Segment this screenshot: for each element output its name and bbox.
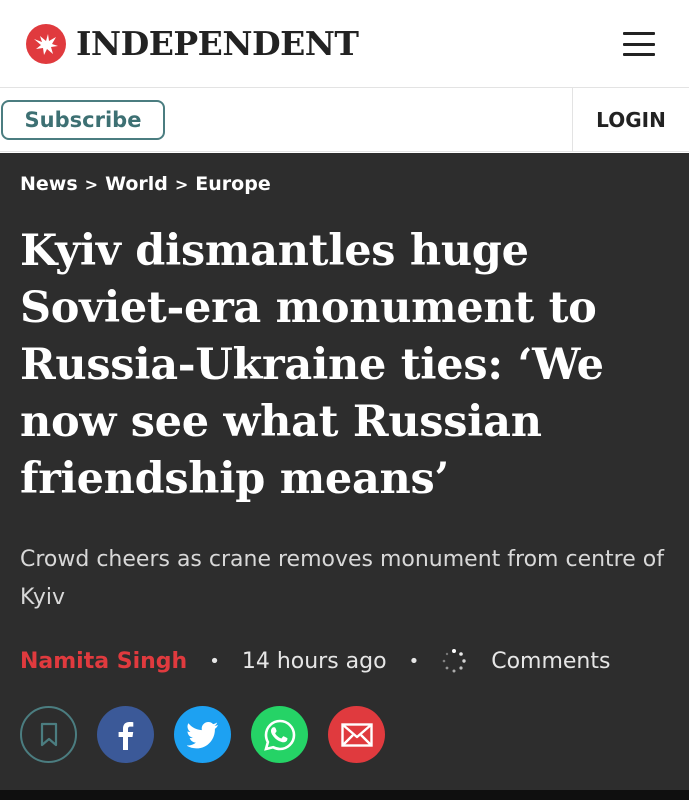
article-headline: Kyiv dismantles huge Soviet-era monument… <box>20 226 604 504</box>
breadcrumb-separator: > <box>174 174 189 194</box>
publish-time: 14 hours ago <box>241 648 387 674</box>
breadcrumb: News > World > Europe <box>20 173 271 195</box>
meta-separator-dot: • <box>408 650 420 672</box>
subscribe-button[interactable]: Subscribe <box>1 100 165 140</box>
whatsapp-icon[interactable] <box>251 706 308 763</box>
bookmark-icon[interactable] <box>20 706 77 763</box>
site-logo[interactable]: INDEPENDENT <box>76 22 359 66</box>
site-header: INDEPENDENT <box>0 0 689 88</box>
email-icon[interactable] <box>328 706 385 763</box>
hamburger-menu-icon[interactable] <box>623 30 659 58</box>
article-meta: Namita Singh • 14 hours ago • Comments <box>20 643 610 679</box>
article-header: News > World > Europe Kyiv dismantles hu… <box>0 153 689 800</box>
breadcrumb-separator: > <box>84 174 99 194</box>
breadcrumb-news[interactable]: News <box>20 173 78 195</box>
twitter-icon[interactable] <box>174 706 231 763</box>
share-buttons <box>20 706 385 763</box>
eagle-icon[interactable] <box>26 24 66 64</box>
breadcrumb-world[interactable]: World <box>105 173 168 195</box>
account-bar: Subscribe LOGIN <box>0 88 689 152</box>
meta-separator-dot: • <box>209 650 220 672</box>
facebook-icon[interactable] <box>97 706 154 763</box>
comments-link[interactable]: Comments <box>491 649 610 674</box>
author-link[interactable]: Namita Singh <box>20 649 187 674</box>
login-button[interactable]: LOGIN <box>572 88 689 152</box>
article-standfirst: Crowd cheers as crane removes monument f… <box>20 547 664 610</box>
loading-spinner-icon <box>442 649 466 673</box>
bottom-bar <box>0 790 689 800</box>
breadcrumb-europe[interactable]: Europe <box>195 173 270 195</box>
